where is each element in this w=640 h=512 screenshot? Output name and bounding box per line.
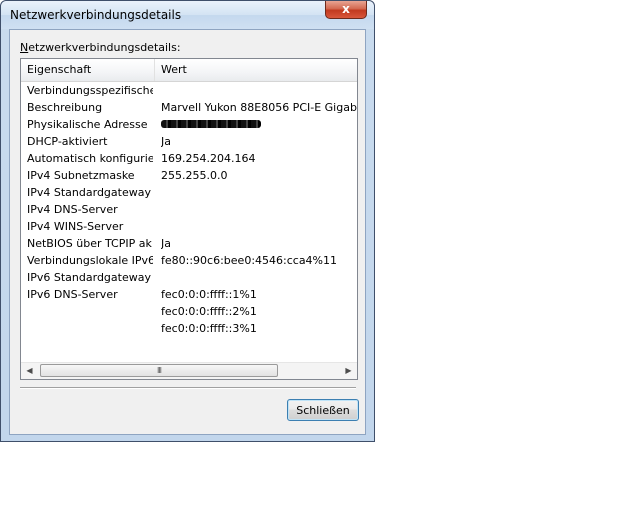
scroll-right-arrow-icon[interactable]: ▶ xyxy=(340,363,357,379)
property-cell: IPv4 Standardgateway xyxy=(27,186,151,199)
property-cell: DHCP-aktiviert xyxy=(27,135,108,148)
property-cell: NetBIOS über TCPIP ak... xyxy=(27,237,153,250)
table-row[interactable]: Automatisch konfiguriert... 169.254.204.1… xyxy=(21,150,357,167)
redacted-value xyxy=(161,116,357,133)
separator-line xyxy=(20,387,356,389)
details-list-view[interactable]: Eigenschaft Wert Verbindungsspezifisches… xyxy=(20,58,358,380)
property-cell: IPv4 Subnetzmaske xyxy=(27,169,135,182)
dialog-window: Netzwerkverbindungsdetails x Netzwerkver… xyxy=(0,0,375,442)
window-close-button[interactable]: x xyxy=(325,1,367,19)
grip-icon: III xyxy=(156,366,162,375)
horizontal-scrollbar[interactable]: ◀ III ▶ xyxy=(21,362,357,379)
value-cell: Ja xyxy=(161,135,171,148)
value-cell: fe80::90c6:bee0:4546:cca4%11 xyxy=(161,254,338,267)
value-cell: fec0:0:0:ffff::1%1 xyxy=(161,288,257,301)
property-cell: IPv4 DNS-Server xyxy=(27,203,118,216)
list-body: Verbindungsspezifisches... Beschreibung Ma… xyxy=(21,82,357,363)
close-icon: x xyxy=(342,2,350,16)
table-row[interactable]: IPv4 DNS-Server xyxy=(21,201,357,218)
value-cell: Ja xyxy=(161,237,171,250)
close-button[interactable]: Schließen xyxy=(287,399,359,421)
table-row[interactable]: IPv4 Subnetzmaske 255.255.0.0 xyxy=(21,167,357,184)
property-cell: IPv4 WINS-Server xyxy=(27,220,124,233)
value-cell: Marvell Yukon 88E8056 PCI-E Gigabit Eth xyxy=(161,101,357,114)
table-row[interactable]: NetBIOS über TCPIP ak... Ja xyxy=(21,235,357,252)
property-cell: Beschreibung xyxy=(27,101,103,114)
property-cell: Verbindungslokale IPv6-... xyxy=(27,254,153,267)
dialog-client-area: Netzwerkverbindungsdetails: Eigenschaft … xyxy=(9,29,366,435)
table-row[interactable]: IPv4 WINS-Server xyxy=(21,218,357,235)
column-header-value[interactable]: Wert xyxy=(155,59,357,81)
scrollbar-thumb[interactable]: III xyxy=(40,364,278,377)
table-row[interactable]: Beschreibung Marvell Yukon 88E8056 PCI-E … xyxy=(21,99,357,116)
table-row[interactable]: IPv4 Standardgateway xyxy=(21,184,357,201)
table-row[interactable]: DHCP-aktiviert Ja xyxy=(21,133,357,150)
property-cell: IPv6 DNS-Server xyxy=(27,288,118,301)
table-row[interactable]: fec0:0:0:ffff::2%1 xyxy=(21,303,357,320)
value-cell: 169.254.204.164 xyxy=(161,152,256,165)
table-row[interactable]: fec0:0:0:ffff::3%1 xyxy=(21,320,357,337)
property-cell: IPv6 Standardgateway xyxy=(27,271,151,284)
table-row[interactable]: Verbindungslokale IPv6-... fe80::90c6:bee… xyxy=(21,252,357,269)
scroll-left-arrow-icon[interactable]: ◀ xyxy=(21,363,38,379)
window-title: Netzwerkverbindungsdetails xyxy=(10,8,182,22)
title-bar[interactable]: Netzwerkverbindungsdetails x xyxy=(1,1,374,29)
table-row[interactable]: IPv6 Standardgateway xyxy=(21,269,357,286)
list-header: Eigenschaft Wert xyxy=(21,59,357,82)
details-label: Netzwerkverbindungsdetails: xyxy=(20,41,181,54)
property-cell: Automatisch konfiguriert... xyxy=(27,152,153,165)
property-cell: Verbindungsspezifisches... xyxy=(27,84,153,97)
column-header-property[interactable]: Eigenschaft xyxy=(21,59,155,81)
value-cell: fec0:0:0:ffff::3%1 xyxy=(161,322,257,335)
property-cell: Physikalische Adresse xyxy=(27,118,148,131)
table-row[interactable]: Physikalische Adresse xyxy=(21,116,357,133)
value-cell: fec0:0:0:ffff::2%1 xyxy=(161,305,257,318)
details-label-accelerator: N xyxy=(20,41,29,54)
redaction-scribble xyxy=(161,120,261,128)
details-label-text: etzwerkverbindungsdetails: xyxy=(28,41,181,54)
table-row[interactable]: IPv6 DNS-Server fec0:0:0:ffff::1%1 xyxy=(21,286,357,303)
value-cell: 255.255.0.0 xyxy=(161,169,228,182)
table-row[interactable]: Verbindungsspezifisches... xyxy=(21,82,357,99)
